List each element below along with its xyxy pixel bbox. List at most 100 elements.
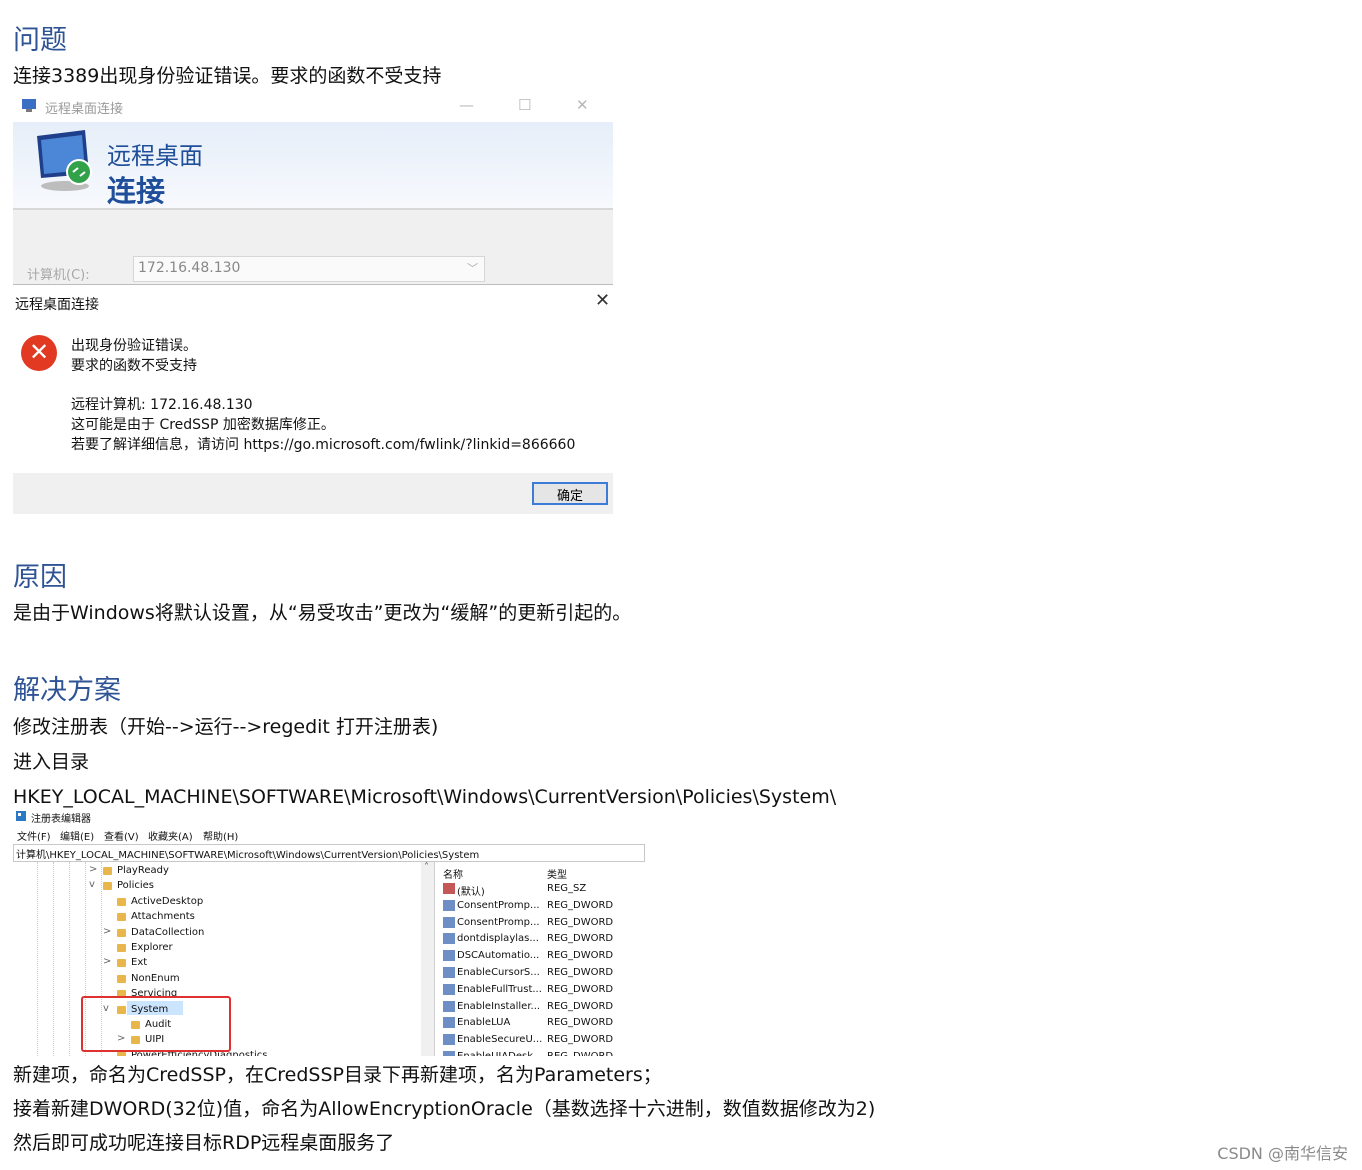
regedit-icon <box>16 811 26 821</box>
tree-item-label[interactable]: Attachments <box>131 911 195 922</box>
value-type: REG_DWORD <box>547 950 614 962</box>
folder-icon <box>117 944 126 952</box>
value-type: REG_DWORD <box>547 1000 614 1012</box>
minimize-button[interactable]: — <box>459 96 474 114</box>
tree-expander-icon[interactable]: v <box>89 879 95 890</box>
value-name[interactable]: EnableFullTrust... <box>457 984 542 995</box>
dialog-message-4: 这可能是由于 CredSSP 加密数据库修正。 <box>71 417 335 433</box>
error-icon: ✕ <box>21 335 57 371</box>
menu-file[interactable]: 文件(F) <box>17 828 51 843</box>
close-button[interactable]: ✕ <box>576 96 589 114</box>
tree-item-label[interactable]: DataCollection <box>131 927 204 938</box>
value-type: REG_DWORD <box>547 1051 613 1056</box>
dword-value-icon <box>443 1051 455 1056</box>
dword-value-icon <box>443 899 455 911</box>
tree-item-label[interactable]: Policies <box>117 880 154 891</box>
dialog-title: 远程桌面连接 <box>15 297 99 313</box>
tree-item-label[interactable]: Explorer <box>131 942 173 953</box>
value-type: REG_DWORD <box>547 899 614 911</box>
value-type: REG_DWORD <box>547 916 614 928</box>
instruction-1: 新建项，命名为CredSSP，在CredSSP目录下再新建项，名为Paramet… <box>13 1064 662 1086</box>
registry-path: HKEY_LOCAL_MACHINE\SOFTWARE\Microsoft\Wi… <box>13 786 837 808</box>
banner-line1: 远程桌面 <box>107 142 203 170</box>
dword-value-icon <box>443 916 455 928</box>
value-name[interactable]: ConsentPromp... <box>457 900 540 911</box>
value-name[interactable]: EnableUIADesk... <box>457 1051 543 1056</box>
value-type: REG_DWORD <box>547 1034 614 1046</box>
banner-line2: 连接 <box>107 174 166 208</box>
dword-value-icon <box>443 1000 455 1012</box>
cause-heading: 原因 <box>13 562 67 593</box>
ok-button[interactable]: 确定 <box>532 482 608 505</box>
menu-view[interactable]: 查看(V) <box>104 828 139 843</box>
value-type: REG_DWORD <box>547 983 614 995</box>
value-name[interactable]: (默认) <box>457 883 485 898</box>
value-type: REG_SZ <box>547 883 587 894</box>
maximize-button[interactable]: ☐ <box>518 96 531 114</box>
tree-scrollbar[interactable]: ˄ <box>421 862 434 1056</box>
menu-edit[interactable]: 编辑(E) <box>60 828 94 843</box>
solution-step-1: 修改注册表（开始-->运行-->regedit 打开注册表) <box>13 716 439 738</box>
dialog-close-button[interactable]: ✕ <box>595 290 610 311</box>
value-name[interactable]: dontdisplaylas... <box>457 933 539 944</box>
highlight-box <box>81 996 231 1052</box>
dialog-message-2: 要求的函数不受支持 <box>71 358 197 374</box>
menu-favorites[interactable]: 收藏夹(A) <box>148 828 193 843</box>
cause-text: 是由于Windows将默认设置，从“易受攻击”更改为“缓解”的更新引起的。 <box>13 602 632 624</box>
dword-value-icon <box>443 1017 455 1029</box>
solution-step-2: 进入目录 <box>13 751 90 773</box>
rdp-window-title: 远程桌面连接 <box>45 102 124 117</box>
value-name[interactable]: EnableInstaller... <box>457 1001 540 1012</box>
folder-icon <box>117 959 126 968</box>
value-name[interactable]: ConsentPromp... <box>457 917 540 928</box>
dword-value-icon <box>443 967 455 978</box>
problem-text: 连接3389出现身份验证错误。要求的函数不受支持 <box>13 65 442 87</box>
column-name-header[interactable]: 名称 <box>443 866 463 881</box>
regedit-screenshot: 注册表编辑器 文件(F) 编辑(E) 查看(V) 收藏夹(A) 帮助(H) 计算… <box>13 808 645 1056</box>
tree-item-label[interactable]: NonEnum <box>131 973 180 984</box>
folder-icon <box>117 897 126 906</box>
watermark: CSDN @南华信安 <box>1217 1144 1348 1163</box>
computer-value: 172.16.48.130 <box>138 260 241 276</box>
address-text: 计算机\HKEY_LOCAL_MACHINE\SOFTWARE\Microsof… <box>16 850 480 861</box>
error-dialog: 远程桌面连接 ✕ ✕ 出现身份验证错误。 要求的函数不受支持 远程计算机: 17… <box>13 284 613 514</box>
value-type: REG_DWORD <box>547 1017 614 1029</box>
folder-icon <box>103 882 112 891</box>
rdp-app-icon <box>22 99 36 112</box>
chevron-down-icon[interactable]: ﹀ <box>467 260 478 276</box>
solution-heading: 解决方案 <box>13 675 121 706</box>
dword-value-icon <box>443 983 455 995</box>
value-name[interactable]: EnableSecureU... <box>457 1034 542 1045</box>
folder-icon <box>117 928 126 937</box>
folder-icon <box>117 1051 126 1056</box>
dialog-remote-computer: 远程计算机: 172.16.48.130 <box>71 397 253 413</box>
tree-item-label[interactable]: PlayReady <box>117 865 169 876</box>
folder-icon <box>117 974 126 983</box>
tree-expander-icon[interactable]: > <box>103 956 111 967</box>
tree-item-label[interactable]: Ext <box>131 957 147 968</box>
computer-combobox[interactable]: 172.16.48.130 ﹀ <box>133 256 485 282</box>
value-name[interactable]: EnableLUA <box>457 1017 510 1028</box>
dialog-footer <box>13 473 613 514</box>
tree-item-label[interactable]: ActiveDesktop <box>131 896 203 907</box>
instruction-3: 然后即可成功呢连接目标RDP远程桌面服务了 <box>13 1132 395 1154</box>
dialog-message-1: 出现身份验证错误。 <box>71 338 197 354</box>
rdp-banner <box>13 122 613 210</box>
value-name[interactable]: DSCAutomatio... <box>457 950 539 961</box>
value-name[interactable]: EnableCursorS... <box>457 967 540 978</box>
error-glyph: ✕ <box>29 338 50 366</box>
dword-value-icon <box>443 1034 455 1046</box>
problem-heading: 问题 <box>13 25 67 56</box>
value-type: REG_DWORD <box>547 933 614 945</box>
scroll-up-icon[interactable]: ˄ <box>424 862 429 873</box>
address-bar[interactable]: 计算机\HKEY_LOCAL_MACHINE\SOFTWARE\Microsof… <box>13 844 645 862</box>
dword-value-icon <box>443 950 455 962</box>
instruction-2: 接着新建DWORD(32位)值，命名为AllowEncryptionOracle… <box>13 1098 876 1120</box>
menu-help[interactable]: 帮助(H) <box>203 828 238 843</box>
string-value-icon <box>443 883 455 894</box>
tree-expander-icon[interactable]: > <box>89 864 97 875</box>
folder-icon <box>103 867 112 875</box>
column-type-header[interactable]: 类型 <box>547 866 567 881</box>
dword-value-icon <box>443 933 455 945</box>
tree-expander-icon[interactable]: > <box>103 926 111 937</box>
